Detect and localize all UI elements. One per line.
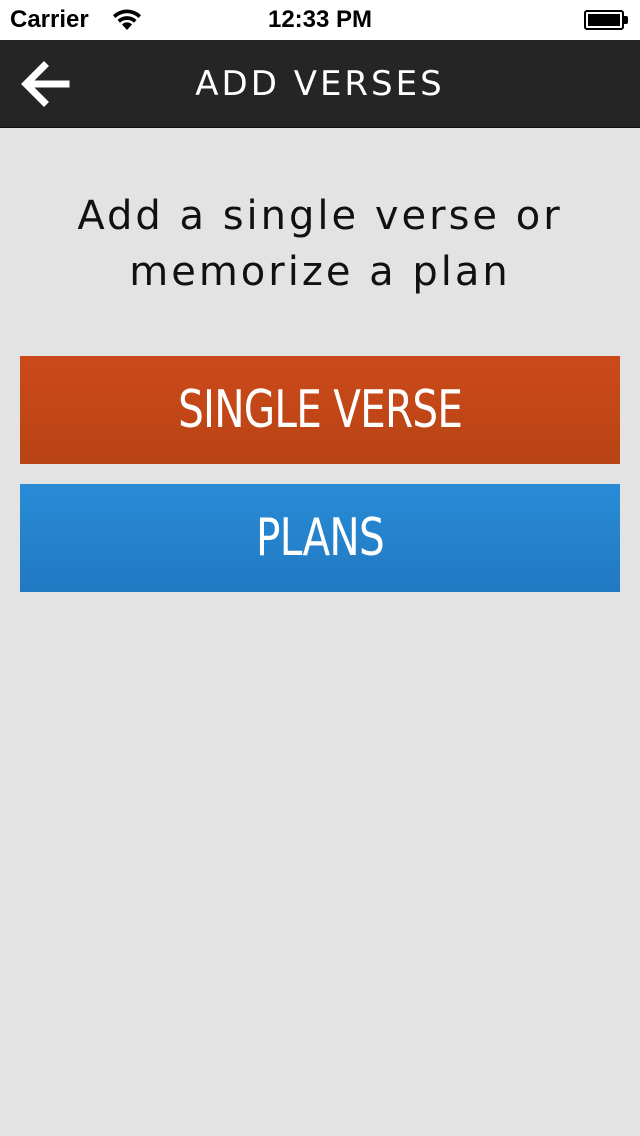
instruction-text: Add a single verse or memorize a plan	[40, 188, 600, 300]
instruction-line-2: memorize a plan	[129, 249, 511, 295]
plans-button[interactable]: PLANS	[20, 484, 620, 592]
single-verse-button[interactable]: SINGLE VERSE	[20, 356, 620, 464]
clock-time: 12:33 PM	[267, 6, 373, 33]
single-verse-button-label: SINGLE VERSE	[177, 380, 463, 440]
instruction-line-1: Add a single verse or	[77, 193, 563, 239]
status-bar: Carrier 12:33 PM	[0, 0, 640, 40]
page-title: ADD VERSES	[195, 64, 445, 104]
navigation-bar: ADD VERSES	[0, 40, 640, 128]
battery-icon	[584, 10, 628, 30]
plans-button-label: PLANS	[256, 508, 385, 568]
